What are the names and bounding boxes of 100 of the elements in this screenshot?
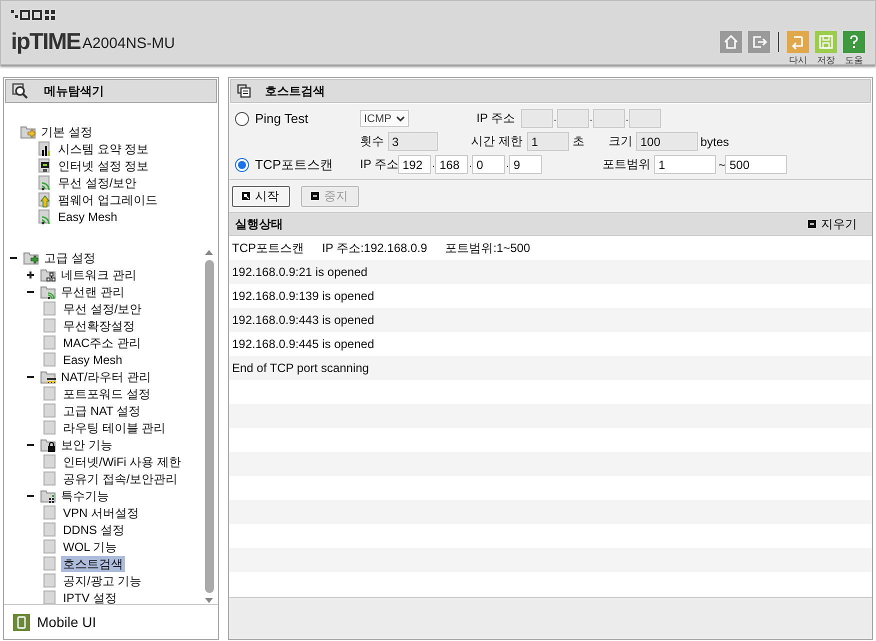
input-field[interactable]: 168 (435, 155, 468, 174)
tree-item[interactable]: 네트워크 관리 (59, 266, 138, 282)
tree-item[interactable]: VPN 서버설정 (61, 504, 142, 520)
chart-icon (37, 140, 53, 156)
pages-icon (237, 84, 251, 98)
page-icon (42, 352, 58, 368)
scroll-up-icon[interactable] (204, 249, 214, 256)
input-field[interactable]: 0 (472, 155, 506, 174)
tree-item[interactable]: 시스템 요약 정보 (56, 140, 151, 156)
field-label: 크기 (608, 133, 632, 150)
radio-button[interactable] (235, 158, 249, 172)
field-label: 포트범위 (602, 156, 650, 173)
tree-item[interactable]: 인터넷 설정 정보 (56, 158, 151, 174)
result-line: 192.168.0.9:445 is opened (232, 337, 374, 351)
tree-item[interactable]: 포트포워드 설정 (61, 386, 152, 402)
search-icon (12, 83, 28, 99)
tree-item[interactable]: 라우팅 테이블 관리 (61, 420, 168, 436)
tree-item[interactable]: 펌웨어 업그레이드 (56, 192, 160, 208)
result-line: 192.168.0.9:21 is opened (232, 265, 368, 279)
tree-item[interactable]: MAC주소 관리 (61, 334, 143, 350)
unit-label: 초 (572, 133, 584, 150)
input-field[interactable]: 500 (725, 155, 788, 174)
tree-item[interactable]: 무선 설정/보안 (56, 174, 139, 190)
result-text: 포트범위:1~500 (445, 240, 530, 256)
expand-icon[interactable] (25, 268, 37, 280)
page-icon (42, 318, 58, 334)
result-text: TCP포트스캔 (232, 240, 304, 256)
page-icon (42, 300, 58, 316)
page-icon (42, 420, 58, 436)
field-label: IP 주소 (476, 110, 515, 127)
page-icon (42, 572, 58, 588)
input-field[interactable]: 192 (398, 155, 432, 174)
tree-item[interactable]: DDNS 설정 (61, 522, 126, 538)
separator-dot: . (588, 113, 593, 124)
radio-label: TCP포트스캔 (255, 156, 333, 174)
page-icon (42, 454, 58, 470)
result-line: 192.168.0.9:443 is opened (232, 313, 374, 327)
tree-item[interactable]: IPTV 설정 (61, 590, 120, 604)
page-icon (42, 538, 58, 554)
unit-label: bytes (700, 134, 730, 148)
tree-item[interactable]: 공지/광고 기능 (61, 572, 144, 588)
tree-item[interactable]: Easy Mesh (56, 208, 120, 224)
separator-dot: . (431, 159, 436, 170)
separator-dot: . (552, 113, 557, 124)
tree-item[interactable]: 호스트검색 (61, 556, 125, 572)
folder-icon (40, 368, 56, 384)
logo: ipTIME (11, 28, 80, 54)
scroll-down-icon[interactable] (204, 597, 214, 604)
folder-icon (40, 436, 56, 452)
mobile-icon (13, 614, 30, 630)
stop-icon (311, 192, 319, 200)
home-button[interactable] (720, 31, 742, 53)
start-button[interactable]: 시작 (232, 186, 290, 206)
exit-button[interactable] (748, 31, 770, 53)
range-separator: ~ (718, 158, 726, 172)
tree-folder[interactable]: 무선랜 관리 (59, 284, 126, 300)
protocol-dropdown[interactable]: ICMP (360, 110, 408, 127)
chevron-down-icon (396, 116, 404, 122)
field-label: IP 주소 (360, 156, 398, 173)
tree-folder[interactable]: 보안 기능 (59, 436, 114, 452)
tree-item[interactable]: 고급 NAT 설정 (61, 402, 143, 418)
result-line: 192.168.0.9:139 is opened (232, 289, 374, 303)
separator-dot: . (624, 113, 629, 124)
page-icon (42, 470, 58, 486)
page-icon (42, 402, 58, 418)
page-icon (42, 522, 58, 538)
field-label: 시간 제한 (471, 133, 522, 150)
page-icon (42, 556, 58, 572)
folder-icon (23, 250, 39, 266)
page-icon (42, 504, 58, 520)
mobile-ui-link[interactable]: Mobile UI (37, 614, 96, 630)
minus-icon (808, 220, 816, 228)
tree-item[interactable]: 공유기 접속/보안관리 (61, 470, 180, 486)
input-field[interactable]: 1 (654, 155, 716, 174)
folder-icon (40, 488, 56, 504)
radio-label: Ping Test (255, 111, 308, 126)
tree-item[interactable]: WOL 기능 (61, 538, 120, 554)
tree-folder[interactable]: 특수기능 (59, 488, 111, 504)
tree-item[interactable]: 무선확장설정 (61, 318, 137, 334)
input-field[interactable]: 9 (509, 155, 542, 174)
model-name: A2004NS-MU (82, 35, 175, 54)
separator-dot: . (468, 159, 472, 170)
result-text: IP 주소:192.168.0.9 (322, 240, 428, 256)
folder-icon (40, 284, 56, 300)
separator-dot: . (505, 159, 510, 170)
tree-folder[interactable]: 기본 설정 (39, 124, 94, 140)
tree-item[interactable]: 무선 설정/보안 (61, 300, 144, 316)
panel-title: 메뉴탐색기 (44, 82, 104, 100)
tree-folder[interactable]: NAT/라우터 관리 (59, 368, 153, 384)
folder-icon (40, 266, 56, 282)
tree-folder[interactable]: 고급 설정 (42, 250, 98, 266)
panel-title: 호스트검색 (265, 82, 325, 100)
radio-button[interactable] (235, 112, 249, 126)
scrollbar[interactable] (203, 249, 215, 604)
result-line: End of TCP port scanning (232, 361, 369, 375)
clear-button[interactable]: 지우기 (808, 216, 857, 232)
page-icon (42, 334, 58, 350)
tree-item[interactable]: 인터넷/WiFi 사용 제한 (61, 454, 183, 470)
section-title: 실행상태 (235, 216, 283, 232)
tree-item[interactable]: Easy Mesh (61, 352, 124, 368)
